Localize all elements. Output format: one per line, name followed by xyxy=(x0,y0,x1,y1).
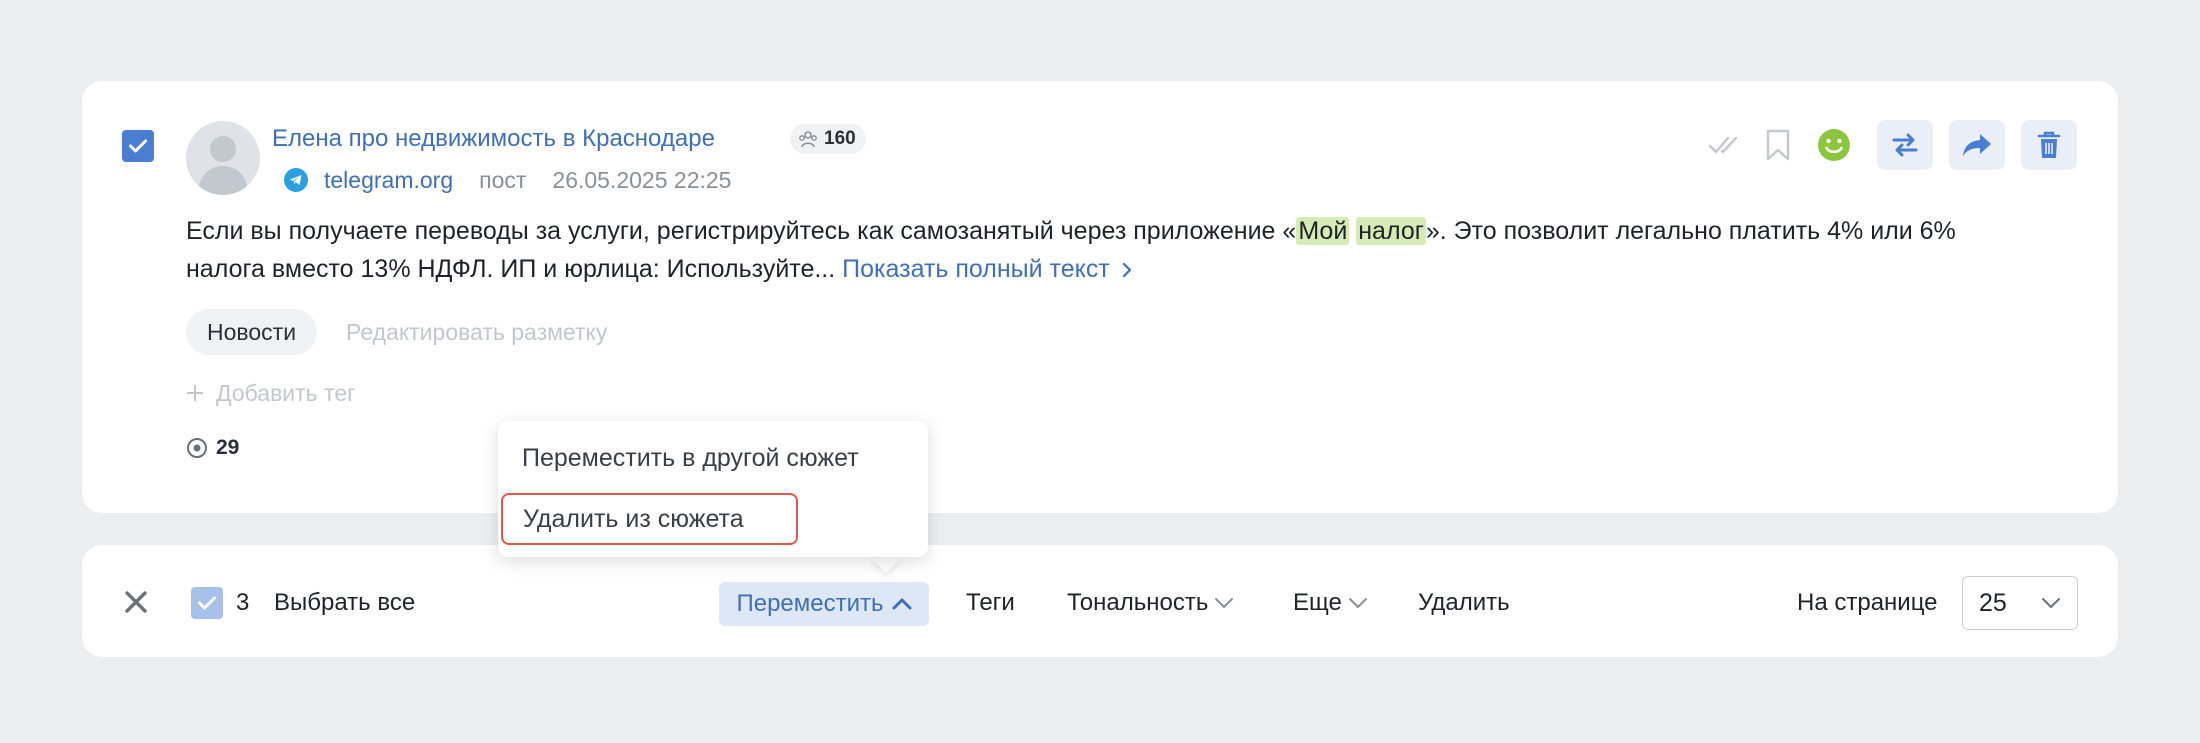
tonality-dropdown[interactable]: Тональность xyxy=(1067,586,1234,620)
menu-item-move-to-story[interactable]: Переместить в другой сюжет xyxy=(522,441,859,475)
subscribers-count: 160 xyxy=(824,128,856,149)
move-menu: Переместить в другой сюжет Удалить из сю… xyxy=(498,421,928,557)
post-type: пост xyxy=(479,167,527,193)
delete-selected-button[interactable]: Удалить xyxy=(1418,586,1510,620)
share-button[interactable] xyxy=(1949,120,2005,170)
source-link[interactable]: telegram.org xyxy=(324,164,453,196)
chevron-right-icon xyxy=(1122,262,1131,278)
delete-button[interactable] xyxy=(2021,120,2077,170)
smile-icon xyxy=(1818,129,1850,161)
chevron-down-icon xyxy=(2042,598,2060,608)
highlight-term: Мой xyxy=(1296,217,1350,245)
telegram-icon xyxy=(284,168,308,192)
close-icon xyxy=(125,591,147,613)
post-select-checkbox[interactable] xyxy=(122,130,154,162)
author-name-link[interactable]: Елена про недвижимость в Краснодаре xyxy=(272,123,715,155)
chevron-up-icon xyxy=(892,598,912,610)
eye-icon xyxy=(187,438,207,458)
post-text-part: Если вы получаете переводы за услуги, ре… xyxy=(186,217,1297,245)
checkmark-icon xyxy=(198,596,216,610)
subscribers-badge: 160 xyxy=(790,124,866,154)
show-full-text-link[interactable]: Показать полный текст xyxy=(842,255,1133,283)
show-full-text-label: Показать полный текст xyxy=(842,255,1110,283)
transfer-button[interactable] xyxy=(1877,120,1933,170)
more-label: Еще xyxy=(1293,589,1342,616)
selected-count: 3 xyxy=(236,589,250,616)
more-dropdown[interactable]: Еще xyxy=(1293,586,1368,620)
chevron-down-icon xyxy=(1348,598,1367,608)
bookmark-icon xyxy=(1766,129,1790,161)
audience-icon xyxy=(799,131,817,148)
add-tag-label: Добавить тег xyxy=(216,380,356,406)
select-all-link[interactable]: Выбрать все xyxy=(274,586,415,620)
views-counter: 29 xyxy=(186,436,239,460)
chevron-down-icon xyxy=(1215,598,1234,608)
source-row: telegram.org пост 26.05.2025 22:25 xyxy=(284,164,731,196)
double-check-icon xyxy=(1708,136,1738,154)
tag-chip[interactable]: Новости xyxy=(186,309,318,355)
bookmark-button[interactable] xyxy=(1762,120,1794,170)
views-count: 29 xyxy=(216,436,240,459)
per-page-select[interactable]: 25 xyxy=(1962,576,2078,630)
add-tag-button[interactable]: Добавить тег xyxy=(186,377,356,409)
per-page-label: На странице xyxy=(1797,589,1938,616)
edit-markup-link[interactable]: Редактировать разметку xyxy=(346,316,607,348)
tonality-label: Тональность xyxy=(1067,589,1209,616)
per-page-value: 25 xyxy=(1979,588,2007,617)
user-silhouette-icon xyxy=(198,136,248,195)
share-arrow-icon xyxy=(1963,134,1991,156)
select-all-checkbox[interactable] xyxy=(191,587,223,619)
transfer-icon xyxy=(1892,133,1918,157)
post-date: 26.05.2025 22:25 xyxy=(552,167,732,193)
sentiment-button[interactable] xyxy=(1816,120,1852,170)
post-text: Если вы получаете переводы за услуги, ре… xyxy=(186,212,2006,288)
move-dropdown-button[interactable]: Переместить xyxy=(719,582,929,626)
checkmark-icon xyxy=(129,139,147,153)
plus-icon xyxy=(187,385,203,401)
mark-read-button[interactable] xyxy=(1706,120,1742,170)
avatar[interactable] xyxy=(186,121,260,195)
move-label: Переместить xyxy=(736,590,884,617)
tags-button[interactable]: Теги xyxy=(966,586,1015,620)
menu-item-remove-from-story[interactable]: Удалить из сюжета xyxy=(501,493,798,545)
highlight-term: налог xyxy=(1356,217,1426,245)
trash-icon xyxy=(2037,131,2061,158)
clear-selection-button[interactable] xyxy=(124,590,148,614)
